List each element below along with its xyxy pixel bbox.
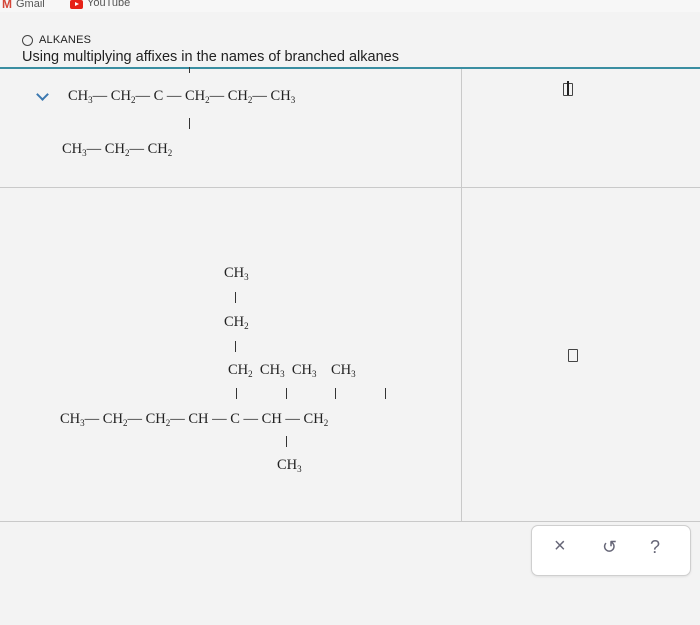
bookmark-label: YouTube — [87, 0, 131, 9]
bookmark-youtube[interactable]: YouTube — [70, 0, 130, 9]
topic-row: ALKANES — [22, 34, 399, 46]
topic-circle-icon — [22, 34, 33, 46]
undo-button[interactable]: ↺ — [602, 537, 617, 558]
youtube-icon — [70, 0, 83, 9]
topic-label: ALKANES — [39, 34, 92, 46]
table-divider-horizontal — [0, 187, 700, 188]
answer-toolbar: × ↺ ? — [531, 525, 691, 576]
text-cursor — [567, 81, 569, 95]
bond-line — [286, 388, 288, 399]
bond-line — [189, 118, 191, 129]
row-expand-chevron-icon[interactable] — [36, 88, 49, 101]
help-button[interactable]: ? — [650, 537, 660, 558]
table-divider-vertical — [461, 69, 462, 521]
bookmark-gmail[interactable]: M Gmail — [2, 0, 45, 11]
molecule-2-substituent-row: CH2 CH3 CH3 CH3 — [228, 362, 356, 379]
bond-line — [235, 341, 237, 352]
molecule-2-main-chain: CH3— CH2— CH2— CH — C — CH — CH2 — [60, 411, 329, 428]
molecule-2-ch3-top: CH3 — [224, 265, 249, 282]
molecule-1-main-chain: CH3— CH2— C — CH2— CH2— CH3 — [68, 88, 296, 105]
bond-line — [286, 436, 288, 447]
bond-line — [335, 388, 337, 399]
answer-box-2[interactable] — [568, 349, 578, 362]
question-header: ALKANES Using multiplying affixes in the… — [22, 34, 399, 65]
bond-line — [236, 388, 238, 399]
table-bottom-border — [0, 521, 700, 522]
page-title: Using multiplying affixes in the names o… — [22, 49, 399, 65]
bookmark-label: Gmail — [16, 0, 45, 10]
header-divider — [0, 67, 700, 69]
bond-line — [189, 67, 191, 73]
bond-line — [385, 388, 387, 399]
bond-line — [235, 292, 237, 303]
clear-button[interactable]: × — [554, 535, 566, 558]
gmail-icon: M — [2, 0, 12, 11]
bookmarks-bar: M Gmail YouTube — [0, 0, 700, 12]
molecule-1-branch: CH3— CH2— CH2 — [62, 141, 173, 158]
molecule-2-ch2-upper: CH2 — [224, 314, 249, 331]
molecule-2-ch3-bottom: CH3 — [277, 457, 302, 474]
